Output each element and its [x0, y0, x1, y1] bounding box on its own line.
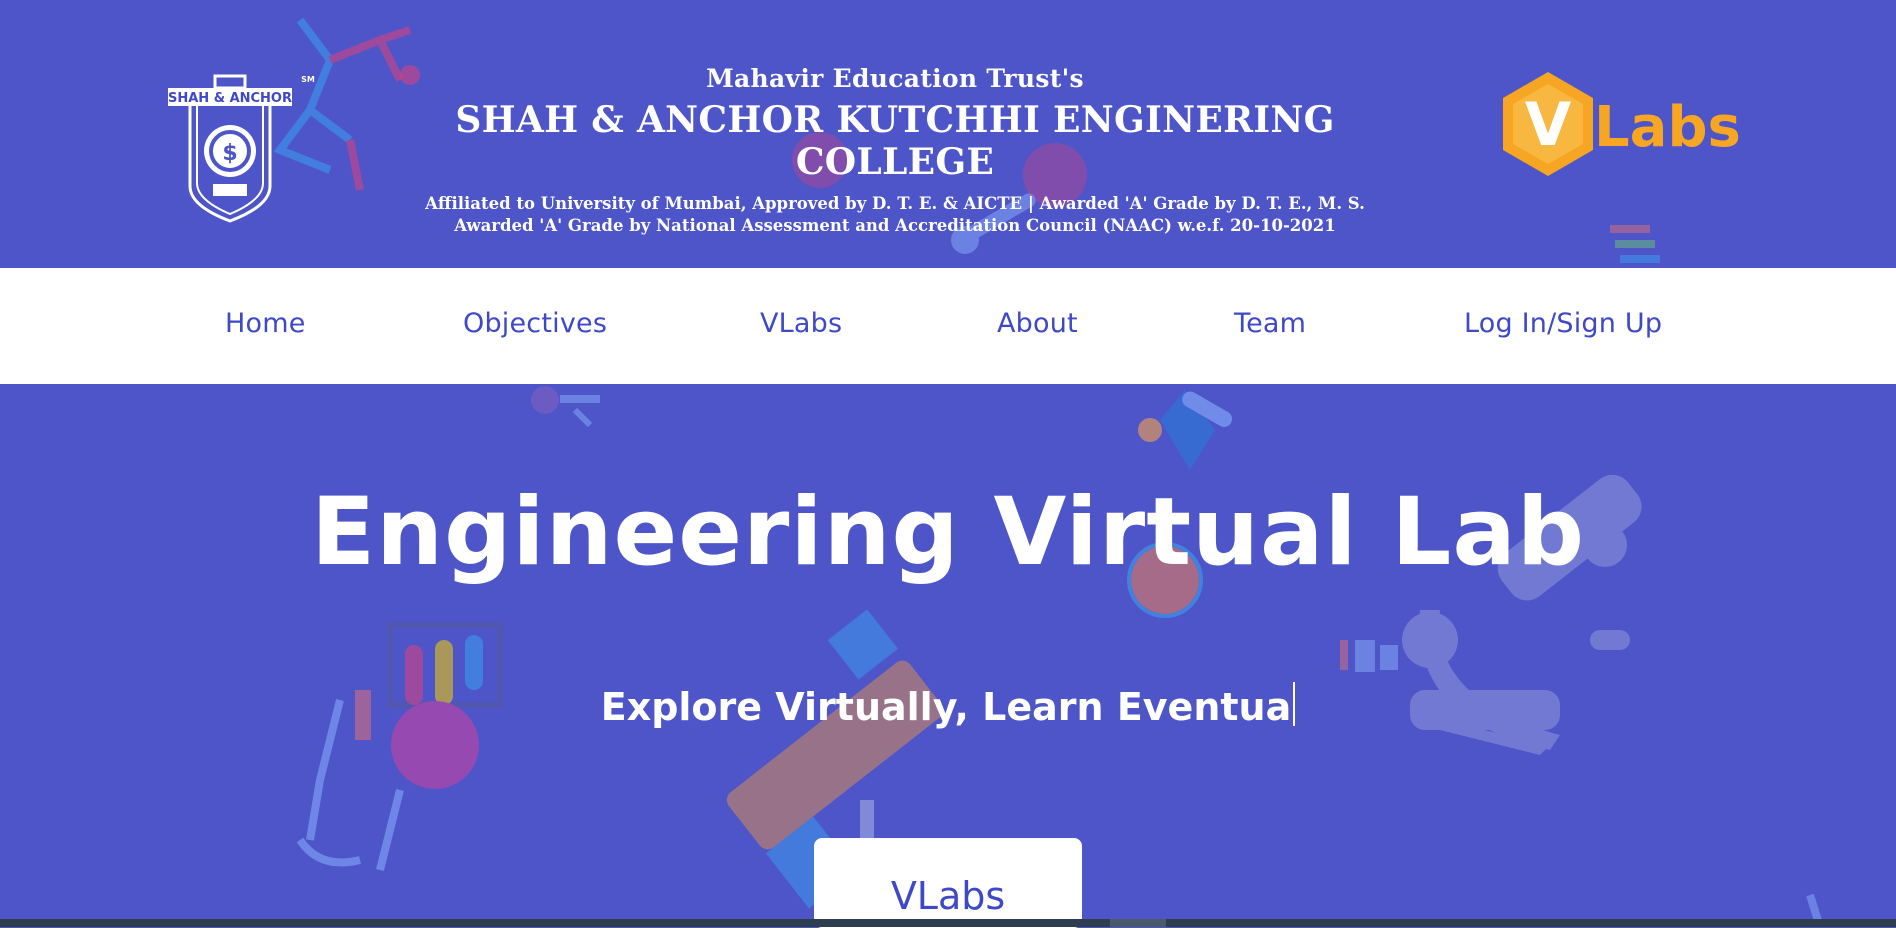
hero-subtitle: Explore Virtually, Learn Eventua — [0, 682, 1896, 729]
trust-name: Mahavir Education Trust's — [706, 64, 1084, 93]
college-title-block: Mahavir Education Trust's SHAH & ANCHOR … — [420, 64, 1370, 237]
svg-text:$: $ — [222, 141, 237, 166]
scrollbar-thumb[interactable] — [1110, 919, 1166, 927]
main-nav: Home Objectives VLabs About Team Log In/… — [0, 268, 1896, 384]
hero-title: Engineering Virtual Lab — [310, 478, 1586, 587]
nav-about[interactable]: About — [997, 308, 1078, 339]
vlabs-button[interactable]: VLabs — [814, 838, 1082, 928]
nav-team[interactable]: Team — [1234, 308, 1306, 339]
hero-subtitle-text: Explore Virtually, Learn Eventua — [600, 685, 1292, 729]
college-logo[interactable]: SHAH & ANCHOR SM $ — [165, 66, 315, 226]
vlabs-logo[interactable]: V Labs — [1498, 60, 1748, 180]
vlabs-button-label: VLabs — [890, 874, 1006, 918]
college-logo-text: SHAH & ANCHOR — [168, 91, 292, 106]
nav-login-signup[interactable]: Log In/Sign Up — [1464, 308, 1662, 339]
nav-objectives[interactable]: Objectives — [463, 308, 607, 339]
typing-caret — [1293, 682, 1296, 726]
vlabs-logo-text: Labs — [1594, 95, 1741, 160]
vlabs-logo-letter: V — [1525, 90, 1572, 160]
college-logo-mark: SM — [301, 75, 315, 84]
nav-home[interactable]: Home — [225, 308, 306, 339]
affiliation-line-1: Affiliated to University of Mumbai, Appr… — [425, 194, 1365, 213]
nav-vlabs[interactable]: VLabs — [760, 308, 842, 339]
affiliation-text: Affiliated to University of Mumbai, Appr… — [420, 193, 1370, 237]
site-header: SHAH & ANCHOR SM $ Mahavir Education Tru… — [0, 0, 1896, 268]
college-name: SHAH & ANCHOR KUTCHHI ENGINERING COLLEGE — [455, 99, 1335, 183]
horizontal-scrollbar[interactable] — [0, 919, 1896, 927]
affiliation-line-2: Awarded 'A' Grade by National Assessment… — [454, 216, 1336, 235]
